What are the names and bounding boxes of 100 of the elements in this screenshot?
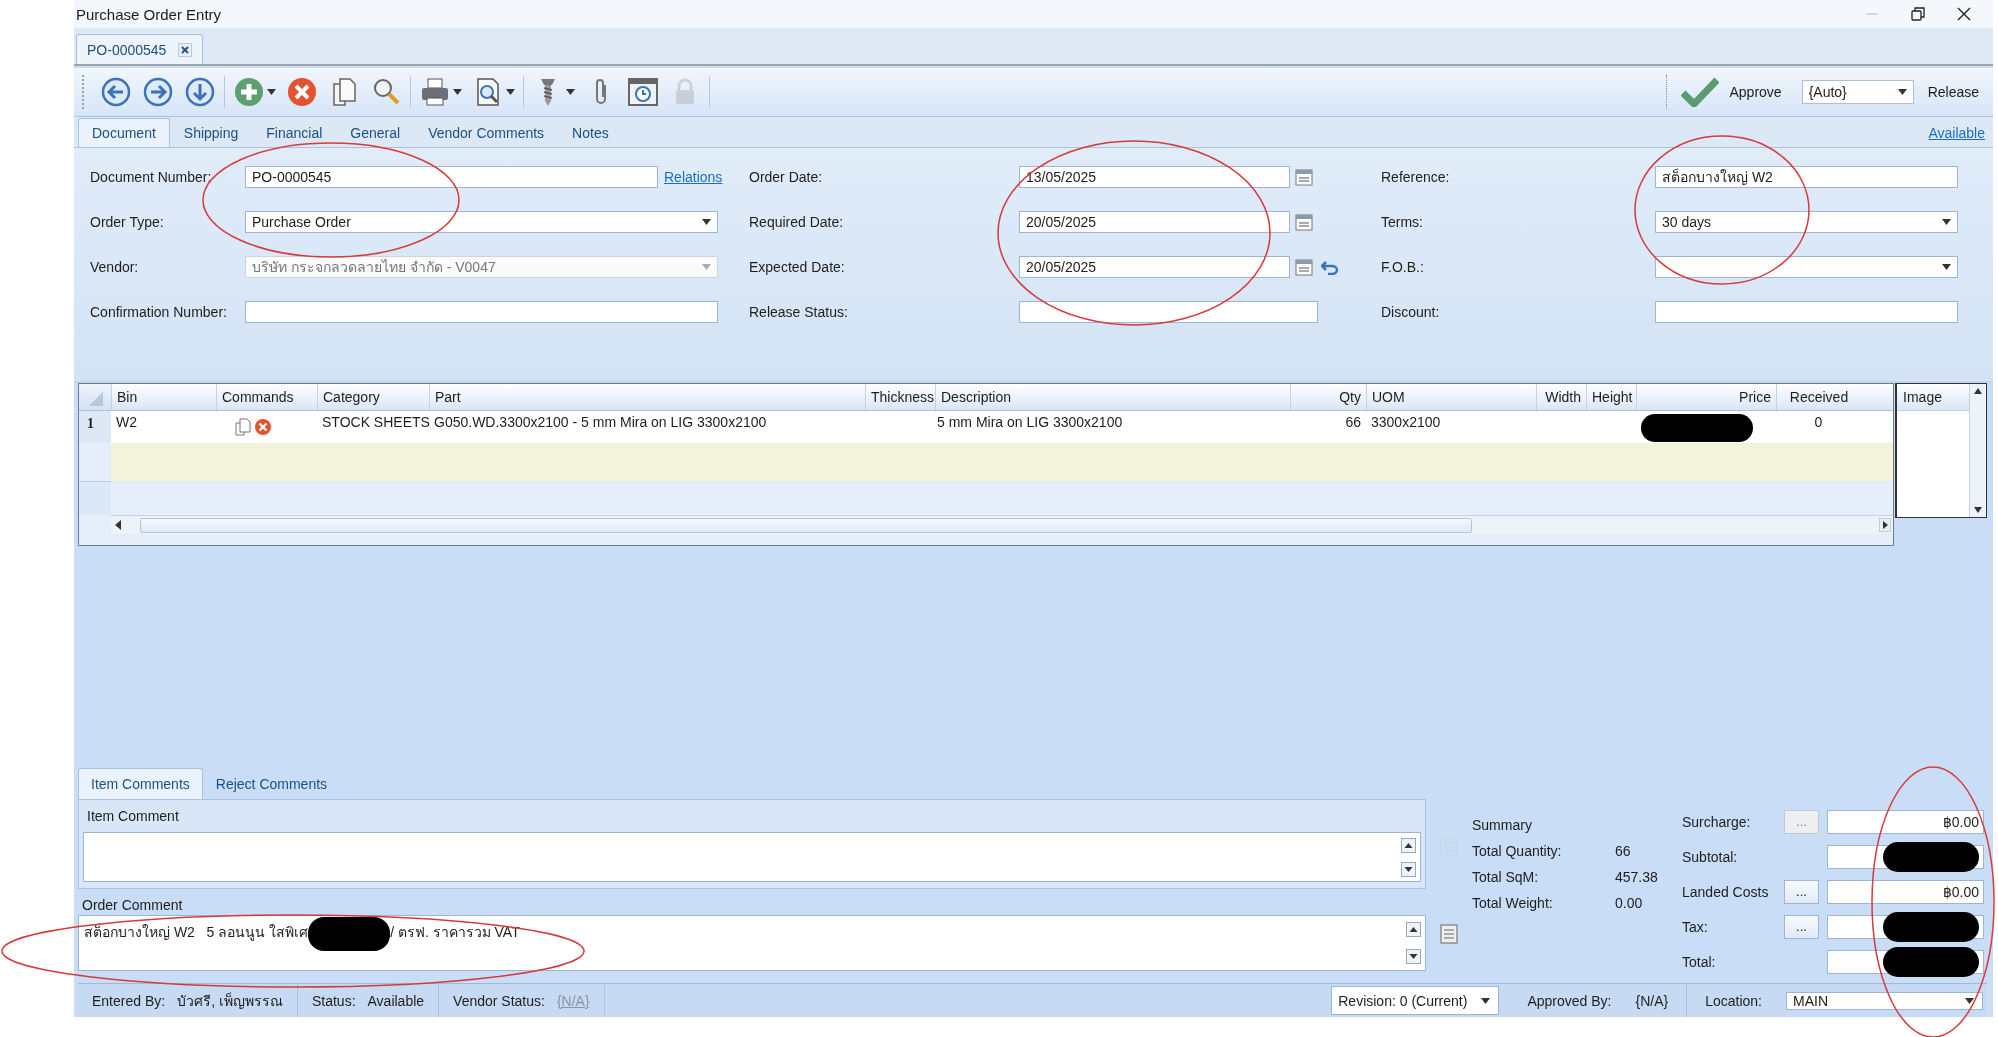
- status-value: บัวศรี, เพ็ญพรรณ: [177, 991, 283, 1011]
- clock-window-icon[interactable]: [627, 76, 659, 108]
- list-icon[interactable]: [1440, 924, 1458, 944]
- column-header[interactable]: UOM: [1366, 384, 1536, 410]
- field-label: Required Date:: [749, 214, 845, 230]
- window-title: Purchase Order Entry: [76, 5, 223, 23]
- scroll-up-icon[interactable]: [1401, 837, 1416, 853]
- status-label: Entered By:: [92, 992, 166, 1009]
- column-header[interactable]: Commands: [216, 384, 317, 410]
- release-mode-dropdown[interactable]: {Auto}: [1801, 80, 1914, 104]
- table-cell: G050.WD.3300x2100 - 5 mm Mira on LIG 3300x2100: [434, 414, 767, 430]
- tab[interactable]: Item Comments: [78, 768, 203, 799]
- field-label: Reference:: [1381, 169, 1451, 185]
- caret-icon[interactable]: [267, 89, 276, 95]
- field-label: Release Status:: [749, 304, 849, 320]
- caret-icon: [1897, 89, 1907, 95]
- restore-icon[interactable]: [1911, 7, 1925, 21]
- field-label: F.O.B.:: [1381, 259, 1425, 275]
- calendar-icon[interactable]: [1295, 213, 1313, 231]
- field-label: Confirmation Number:: [90, 304, 228, 320]
- panel-header: Item Comment: [86, 807, 180, 826]
- dropdown-field[interactable]: Purchase Order: [245, 211, 718, 233]
- amount-field: ฿0.00: [1827, 809, 1984, 834]
- copy-icon[interactable]: [234, 418, 252, 436]
- close-icon[interactable]: [1957, 7, 1971, 21]
- undo-icon[interactable]: [1321, 259, 1339, 275]
- text-field[interactable]: [245, 301, 718, 323]
- scroll-right-icon[interactable]: [1879, 518, 1892, 532]
- table-cell: STOCK SHEETS: [322, 414, 430, 430]
- calendar-icon[interactable]: [1295, 168, 1313, 186]
- calendar-icon[interactable]: [1295, 258, 1313, 276]
- arrow-down-icon[interactable]: [184, 76, 216, 108]
- status-label: Status:: [311, 992, 356, 1009]
- arrow-right-icon[interactable]: [142, 76, 174, 108]
- field-label: Vendor:: [90, 259, 140, 275]
- scroll-down-icon[interactable]: [1406, 949, 1421, 964]
- date-field[interactable]: 13/05/2025: [1019, 166, 1290, 188]
- column-header[interactable]: Category: [317, 384, 429, 410]
- column-header[interactable]: Part: [429, 384, 865, 410]
- tab[interactable]: Notes: [558, 118, 623, 147]
- tab[interactable]: Vendor Comments: [414, 118, 559, 147]
- text-field[interactable]: สต็อกบางใหญ่ W2: [1655, 166, 1958, 188]
- approve-button[interactable]: Approve: [1666, 75, 1802, 109]
- status-label: Approved By:: [1527, 992, 1612, 1009]
- caret-icon: [1942, 264, 1951, 270]
- text-field[interactable]: [1655, 301, 1958, 323]
- text-field[interactable]: [1019, 301, 1318, 323]
- column-header[interactable]: Height: [1586, 384, 1636, 410]
- status-label: Location:: [1705, 992, 1762, 1009]
- amount-field: ฿0.00: [1827, 879, 1984, 904]
- caret-icon[interactable]: [566, 89, 575, 95]
- total-label: Total:: [1682, 953, 1717, 970]
- delete-icon[interactable]: [254, 418, 272, 436]
- status-value: Available: [367, 992, 425, 1009]
- date-field[interactable]: 20/05/2025: [1019, 211, 1290, 233]
- tab[interactable]: Reject Comments: [202, 768, 341, 799]
- ellipsis-button[interactable]: ...: [1784, 914, 1819, 939]
- total-label: Tax:: [1682, 918, 1709, 935]
- column-header[interactable]: Width: [1536, 384, 1586, 410]
- horizontal-scrollbar[interactable]: [111, 515, 1894, 534]
- column-header[interactable]: Bin: [111, 384, 216, 410]
- field-label: Discount:: [1381, 304, 1441, 320]
- column-header[interactable]: Thickness: [865, 384, 935, 410]
- tab[interactable]: Document: [78, 118, 170, 147]
- ellipsis-button[interactable]: ...: [1784, 879, 1819, 904]
- corner-icon: [79, 384, 111, 410]
- scroll-left-icon[interactable]: [114, 520, 122, 530]
- column-header[interactable]: Image: [1897, 384, 1969, 411]
- tab[interactable]: Shipping: [169, 118, 253, 147]
- text-field[interactable]: PO-0000545: [245, 166, 658, 188]
- availability-link[interactable]: Available: [1928, 125, 1985, 141]
- printer-icon[interactable]: [419, 76, 451, 108]
- field-label: Order Date:: [749, 169, 824, 185]
- field-label: Terms:: [1381, 214, 1424, 230]
- record-tab[interactable]: PO-0000545: [76, 34, 204, 64]
- delete-icon[interactable]: [286, 76, 318, 108]
- status-label: Vendor Status:: [453, 992, 545, 1009]
- total-label: Landed Costs: [1682, 883, 1770, 900]
- caret-icon[interactable]: [506, 89, 515, 95]
- comment-field[interactable]: [83, 832, 1421, 882]
- relations-link[interactable]: Relations: [664, 169, 723, 185]
- dropdown-field[interactable]: [1655, 256, 1958, 278]
- summary-label: Total Weight:: [1472, 895, 1554, 911]
- arrow-left-icon[interactable]: [100, 76, 132, 108]
- scroll-up-icon[interactable]: [1406, 922, 1421, 937]
- release-button[interactable]: Release: [1927, 84, 1979, 100]
- summary-label: Total Quantity:: [1472, 843, 1563, 859]
- total-label: Subtotal:: [1682, 848, 1739, 865]
- field-label: Expected Date:: [749, 259, 846, 275]
- tab[interactable]: General: [336, 118, 415, 147]
- column-header[interactable]: Qty: [1290, 384, 1366, 410]
- tab[interactable]: Financial: [252, 118, 337, 147]
- date-field[interactable]: 20/05/2025: [1019, 256, 1290, 278]
- caret-icon[interactable]: [453, 89, 462, 95]
- scroll-down-icon[interactable]: [1401, 861, 1416, 877]
- vertical-scrollbar[interactable]: [1969, 384, 1986, 517]
- dropdown-field[interactable]: 30 days: [1655, 211, 1958, 233]
- column-header[interactable]: Description: [935, 384, 1290, 410]
- column-header[interactable]: Price: [1636, 384, 1776, 410]
- column-header[interactable]: Received: [1776, 384, 1861, 410]
